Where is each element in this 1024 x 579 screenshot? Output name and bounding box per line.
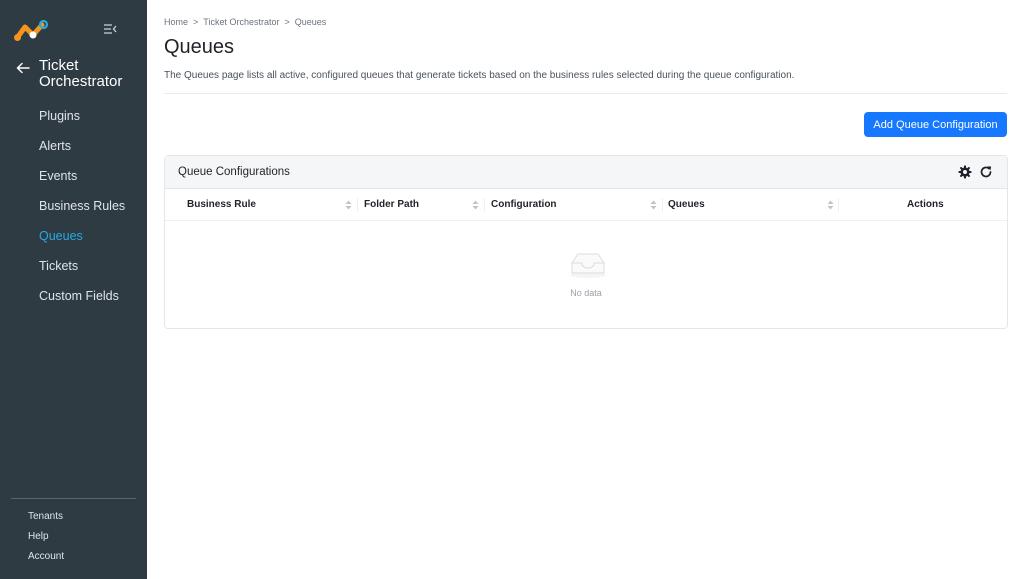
sidebar-nav: Plugins Alerts Events Business Rules Que…: [0, 103, 147, 313]
refresh-icon[interactable]: [979, 165, 993, 179]
sort-icon[interactable]: [827, 200, 834, 210]
sort-icon[interactable]: [345, 200, 352, 210]
sidebar-bottom-links: Tenants Help Account: [28, 510, 64, 570]
back-to-app-link[interactable]: Ticket Orchestrator: [16, 58, 129, 90]
column-separator: [662, 198, 663, 212]
column-header-actions: Actions: [907, 199, 944, 210]
queue-configurations-card: Queue Configurations Business Rule Folde…: [164, 155, 1008, 329]
sidebar-item-custom-fields[interactable]: Custom Fields: [0, 283, 147, 313]
column-header-folder-path[interactable]: Folder Path: [364, 189, 419, 221]
sidebar: Ticket Orchestrator Plugins Alerts Event…: [0, 0, 147, 579]
column-header-queues[interactable]: Queues: [668, 189, 705, 221]
breadcrumb-separator: >: [284, 17, 290, 27]
table-header: Business Rule Folder Path Configuration …: [165, 189, 1007, 221]
sidebar-item-queues[interactable]: Queues: [0, 223, 147, 253]
sidebar-item-business-rules[interactable]: Business Rules: [0, 193, 147, 223]
sidebar-divider: [11, 498, 136, 499]
breadcrumb-separator: >: [193, 17, 199, 27]
main-content: Home > Ticket Orchestrator > Queues Queu…: [147, 0, 1024, 579]
breadcrumb-current: Queues: [294, 17, 327, 27]
breadcrumb: Home > Ticket Orchestrator > Queues: [164, 17, 326, 27]
app-logo[interactable]: [14, 20, 50, 42]
sidebar-item-alerts[interactable]: Alerts: [0, 133, 147, 163]
sort-icon[interactable]: [472, 200, 479, 210]
account-link[interactable]: Account: [28, 550, 64, 570]
column-separator: [357, 198, 358, 212]
arrow-left-icon: [16, 62, 30, 74]
column-header-business-rule[interactable]: Business Rule: [187, 189, 256, 221]
settings-icon[interactable]: [958, 165, 972, 179]
column-separator: [838, 198, 839, 212]
add-queue-configuration-button[interactable]: Add Queue Configuration: [864, 112, 1007, 137]
help-link[interactable]: Help: [28, 530, 64, 550]
card-title: Queue Configurations: [178, 166, 290, 178]
sort-icon[interactable]: [650, 200, 657, 210]
empty-text: No data: [570, 288, 602, 298]
collapse-sidebar-icon[interactable]: [103, 22, 117, 36]
page-title: Queues: [164, 36, 235, 58]
empty-inbox-icon: [570, 253, 606, 278]
empty-state: No data: [165, 221, 1007, 328]
column-header-configuration[interactable]: Configuration: [491, 189, 557, 221]
column-separator: [484, 198, 485, 212]
card-header: Queue Configurations: [165, 156, 1007, 189]
breadcrumb-ticket-orchestrator[interactable]: Ticket Orchestrator: [203, 17, 279, 27]
app-title: Ticket Orchestrator: [39, 57, 123, 90]
breadcrumb-home[interactable]: Home: [164, 17, 188, 27]
sidebar-item-events[interactable]: Events: [0, 163, 147, 193]
page-description: The Queues page lists all active, config…: [164, 70, 795, 81]
card-tools: [958, 165, 993, 179]
tenants-link[interactable]: Tenants: [28, 510, 64, 530]
sidebar-item-tickets[interactable]: Tickets: [0, 253, 147, 283]
header-divider: [164, 93, 1007, 94]
sidebar-item-plugins[interactable]: Plugins: [0, 103, 147, 133]
